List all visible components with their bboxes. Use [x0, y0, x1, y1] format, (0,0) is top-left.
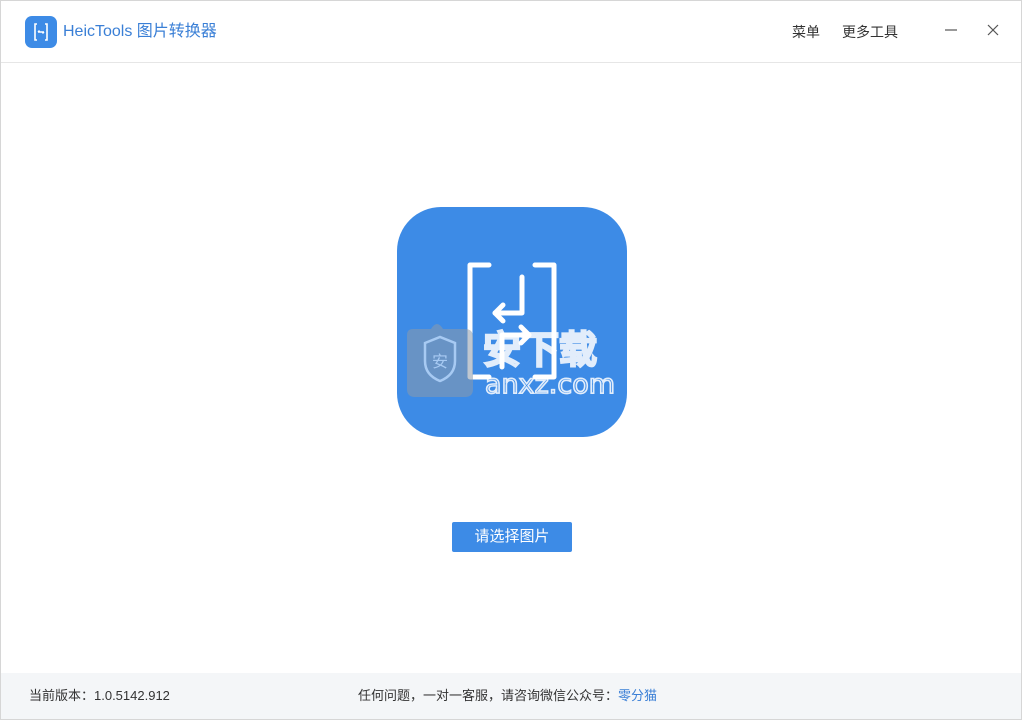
select-image-button[interactable]: 请选择图片: [452, 522, 572, 552]
wechat-account-link[interactable]: 零分猫: [618, 688, 657, 703]
close-button[interactable]: [978, 15, 1008, 45]
contact-prefix: 任何问题，一对一客服，请咨询微信公众号：: [358, 688, 619, 703]
app-window: HeicTools 图片转换器 菜单 更多工具 安 安下载 anxz.com 请…: [0, 0, 1022, 720]
menu-button[interactable]: 菜单: [792, 22, 820, 42]
more-tools-button[interactable]: 更多工具: [842, 22, 898, 42]
image-convert-icon: [397, 207, 627, 437]
title-bar: HeicTools 图片转换器 菜单 更多工具: [1, 1, 1021, 63]
minimize-icon: [945, 29, 957, 31]
heictools-logo-icon: [25, 16, 57, 48]
minimize-button[interactable]: [936, 15, 966, 45]
version-label: 当前版本：1.0.5142.912: [29, 688, 170, 703]
contact-text: 任何问题，一对一客服，请咨询微信公众号：零分猫: [358, 687, 657, 705]
app-title: HeicTools 图片转换器: [63, 23, 217, 40]
status-bar: 当前版本：1.0.5142.912 任何问题，一对一客服，请咨询微信公众号：零分…: [1, 673, 1021, 719]
close-icon: [987, 24, 999, 36]
